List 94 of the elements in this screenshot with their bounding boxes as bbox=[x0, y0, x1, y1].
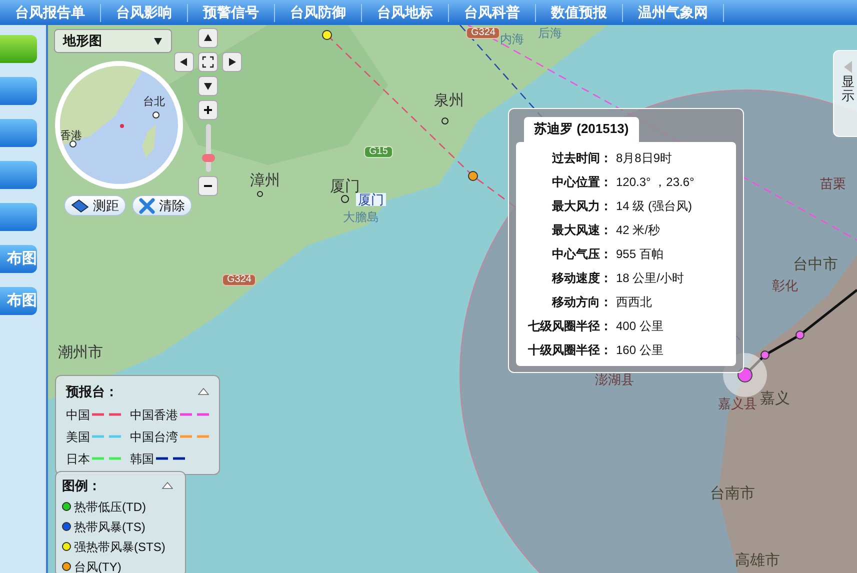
nav-link[interactable]: 预警信号 bbox=[188, 2, 274, 23]
field-label: 七级风圈半径： bbox=[526, 318, 612, 334]
field-value: 18 公里/小时 bbox=[616, 270, 684, 286]
field-value: 西西北 bbox=[616, 294, 652, 310]
field-value: 160 公里 bbox=[616, 342, 664, 358]
field-label: 中心气压： bbox=[551, 246, 612, 262]
field-label: 最大风力： bbox=[551, 198, 612, 214]
zoom-out-button[interactable] bbox=[198, 176, 218, 196]
city-marker bbox=[341, 195, 349, 203]
typhoon-center-point[interactable] bbox=[738, 368, 752, 382]
field-label: 移动速度： bbox=[550, 270, 612, 286]
pan-down-button[interactable] bbox=[198, 76, 218, 96]
field-value: 14 级 (强台风) bbox=[616, 198, 692, 214]
plus-icon bbox=[203, 105, 213, 115]
nav-link[interactable]: 温州气象网 bbox=[623, 2, 723, 23]
place-label: 内海 bbox=[500, 33, 524, 45]
place-label: 台中市 bbox=[793, 257, 838, 272]
legend-title: 预报台： bbox=[66, 383, 118, 401]
map-tool-button[interactable]: 清除 bbox=[132, 195, 192, 216]
cross-icon bbox=[139, 198, 155, 214]
fullscreen-icon bbox=[202, 56, 214, 68]
minimap-label: 香港 bbox=[60, 128, 82, 144]
arrow-up-icon bbox=[203, 33, 213, 43]
sidebar-button[interactable]: 布图 bbox=[0, 245, 37, 273]
ruler-icon bbox=[71, 198, 89, 212]
place-label: 后海 bbox=[538, 27, 562, 39]
place-label: 澎湖县 bbox=[595, 373, 634, 386]
arrow-right-icon bbox=[227, 57, 237, 67]
agency-label: 美国 bbox=[66, 428, 90, 446]
minimap-label: 台北 bbox=[143, 95, 165, 110]
reset-view-button[interactable] bbox=[198, 52, 218, 72]
field-value: 42 米/秒 bbox=[616, 222, 660, 238]
place-label: 台南市 bbox=[710, 486, 755, 501]
arrow-down-icon bbox=[203, 81, 213, 91]
legend-label: 热带低压(TD) bbox=[74, 498, 146, 516]
agency-label: 中国台湾 bbox=[130, 428, 178, 446]
pan-left-button[interactable] bbox=[174, 52, 194, 72]
field-value: 400 公里 bbox=[616, 318, 664, 334]
popup-title-tab[interactable]: 苏迪罗 (201513) bbox=[524, 117, 639, 142]
map-type-dropdown[interactable]: 地形图 bbox=[54, 29, 172, 53]
zoom-in-button[interactable] bbox=[198, 100, 218, 120]
marker-label: 厦门 bbox=[356, 193, 386, 206]
pan-right-button[interactable] bbox=[222, 52, 242, 72]
track-point[interactable] bbox=[468, 171, 478, 181]
legend-title: 图例： bbox=[62, 477, 101, 495]
field-label: 最大风速： bbox=[551, 222, 612, 238]
collapse-icon[interactable] bbox=[198, 388, 209, 396]
place-label: 嘉义县 bbox=[718, 397, 757, 410]
arrow-left-icon bbox=[843, 61, 853, 73]
map-area[interactable] bbox=[48, 25, 857, 573]
side-tab-label: 显示 bbox=[842, 75, 854, 104]
sidebar-button[interactable]: 布图 bbox=[0, 287, 37, 315]
nav-link[interactable]: 台风防御 bbox=[275, 2, 361, 23]
legend-label: 强热带风暴(STS) bbox=[74, 538, 166, 556]
road-number-badge: G15 bbox=[364, 146, 393, 158]
place-label: 厦门 bbox=[330, 179, 360, 194]
place-label: 彰化 bbox=[772, 279, 798, 292]
place-label: 泉州 bbox=[434, 93, 464, 108]
nav-link[interactable]: 数值预报 bbox=[536, 2, 622, 23]
field-label: 中心位置： bbox=[551, 174, 612, 190]
place-label: 漳州 bbox=[250, 173, 280, 188]
collapse-icon[interactable] bbox=[162, 482, 173, 490]
field-label: 十级风圈半径： bbox=[527, 342, 612, 358]
field-value: 120.3° ，23.6° bbox=[616, 174, 694, 190]
nav-link[interactable]: 台风影响 bbox=[101, 2, 187, 23]
map-tool-button[interactable]: 测距 bbox=[64, 195, 126, 216]
field-value: 955 百帕 bbox=[616, 246, 664, 262]
legend-label: 台风(TY) bbox=[74, 558, 122, 573]
place-label: 嘉义 bbox=[760, 391, 790, 406]
road-number-badge: G324 bbox=[466, 27, 500, 39]
arrow-down-icon bbox=[153, 36, 163, 46]
track-point[interactable] bbox=[760, 350, 770, 360]
agency-label: 中国香港 bbox=[130, 406, 178, 424]
field-label: 移动方向： bbox=[550, 294, 612, 310]
legend-label: 热带风暴(TS) bbox=[74, 518, 146, 536]
road-number-badge: G324 bbox=[222, 274, 256, 286]
agency-label: 中国 bbox=[66, 406, 90, 424]
city-marker bbox=[257, 191, 263, 197]
agency-label: 日本 bbox=[66, 450, 90, 468]
place-label: 高雄市 bbox=[735, 553, 780, 568]
place-label: 大膽島 bbox=[343, 211, 379, 223]
nav-link[interactable]: 台风地标 bbox=[362, 2, 448, 23]
track-point[interactable] bbox=[796, 330, 804, 340]
nav-link[interactable]: 台风科普 bbox=[449, 2, 535, 23]
arrow-left-icon bbox=[179, 57, 189, 67]
field-label: 过去时间： bbox=[551, 150, 612, 166]
place-label: 苗栗 bbox=[820, 177, 846, 190]
field-value: 8月8日9时 bbox=[616, 150, 672, 166]
city-marker bbox=[442, 118, 448, 124]
agency-label: 韩国 bbox=[130, 450, 154, 468]
place-label: 潮州市 bbox=[58, 345, 103, 360]
pan-up-button[interactable] bbox=[198, 28, 218, 48]
nav-link[interactable]: 台风报告单 bbox=[0, 2, 100, 23]
side-tab[interactable]: 显示 bbox=[833, 50, 857, 137]
